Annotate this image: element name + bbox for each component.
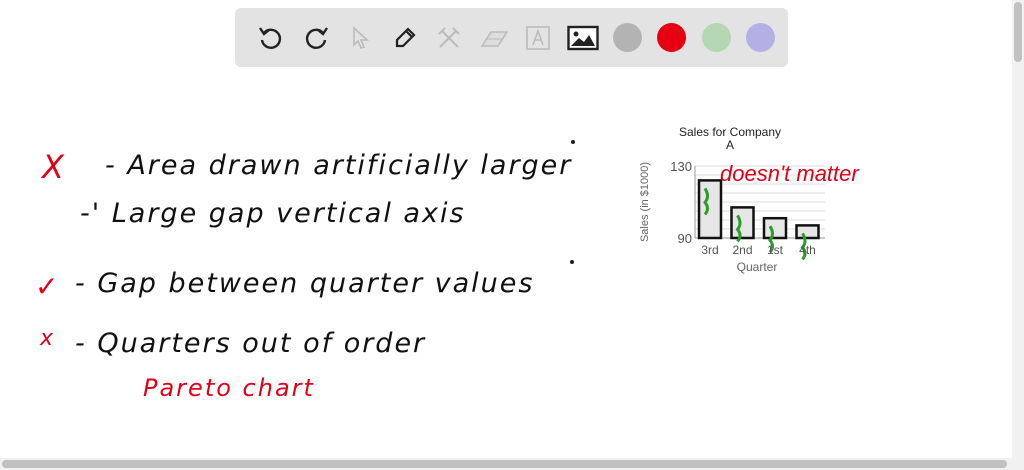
color-swatch-green[interactable]	[701, 23, 731, 52]
x-tick-label: 4th	[799, 243, 816, 257]
text-button[interactable]	[516, 18, 561, 58]
color-swatch-purple[interactable]	[746, 23, 776, 52]
ink-dot	[570, 260, 574, 264]
undo-icon	[259, 26, 282, 49]
vertical-scroll-thumb[interactable]	[1014, 2, 1022, 62]
x-tick-label: 1st	[767, 243, 784, 257]
image-icon	[567, 25, 599, 50]
horizontal-scroll-thumb[interactable]	[2, 460, 1007, 468]
horizontal-scrollbar[interactable]	[0, 458, 1024, 470]
bar-4th	[795, 224, 820, 240]
undo-button[interactable]	[249, 18, 294, 58]
bar-3rd	[697, 179, 723, 240]
pen-button[interactable]	[383, 18, 428, 58]
color-gray[interactable]	[605, 18, 650, 58]
y-tick-label: 130	[670, 159, 692, 174]
doesnt-matter-note: doesn't matter	[720, 161, 860, 186]
tools-button[interactable]	[427, 18, 472, 58]
cross-mark-small: x	[40, 326, 56, 351]
note-line-4: - Quarters out of order	[75, 328, 427, 359]
check-mark: ✓	[35, 270, 61, 303]
chart-title-line1: Sales for Company	[679, 125, 781, 139]
x-axis-label: Quarter	[737, 260, 778, 274]
drawing-toolbar	[235, 8, 788, 67]
bar-2nd	[730, 206, 755, 240]
cross-mark: X	[42, 148, 66, 186]
text-icon	[526, 25, 551, 50]
y-axis-label: Sales (in $1000)	[639, 162, 651, 242]
color-red[interactable]	[650, 18, 695, 58]
tools-icon	[438, 26, 460, 48]
note-line-3: - Gap between quarter values	[75, 268, 535, 299]
select-button[interactable]	[338, 18, 383, 58]
ink-dot	[571, 140, 575, 144]
color-swatch-gray[interactable]	[612, 23, 642, 52]
eraser-button[interactable]	[472, 18, 517, 58]
chart-title-line2: A	[726, 138, 734, 152]
color-swatch-red[interactable]	[657, 23, 687, 52]
vertical-scrollbar[interactable]	[1012, 0, 1024, 458]
eraser-icon	[480, 30, 509, 47]
x-tick-label: 3rd	[701, 243, 718, 257]
y-tick-label: 90	[678, 231, 692, 246]
color-purple[interactable]	[739, 18, 784, 58]
image-button[interactable]	[561, 18, 606, 58]
sales-chart-image: Sales for Company A Sales (in $1000) Qua…	[639, 125, 860, 274]
pen-icon	[395, 26, 416, 47]
redo-icon	[305, 26, 328, 49]
x-tick-label: 2nd	[732, 243, 752, 257]
pareto-note: Pareto chart	[143, 374, 315, 402]
note-line-1: - Area drawn artificially larger	[105, 150, 573, 181]
redo-button[interactable]	[294, 18, 339, 58]
note-line-2: -' Large gap vertical axis	[80, 198, 466, 229]
bar-1st	[762, 216, 788, 240]
select-icon	[353, 25, 370, 49]
color-green[interactable]	[694, 18, 739, 58]
